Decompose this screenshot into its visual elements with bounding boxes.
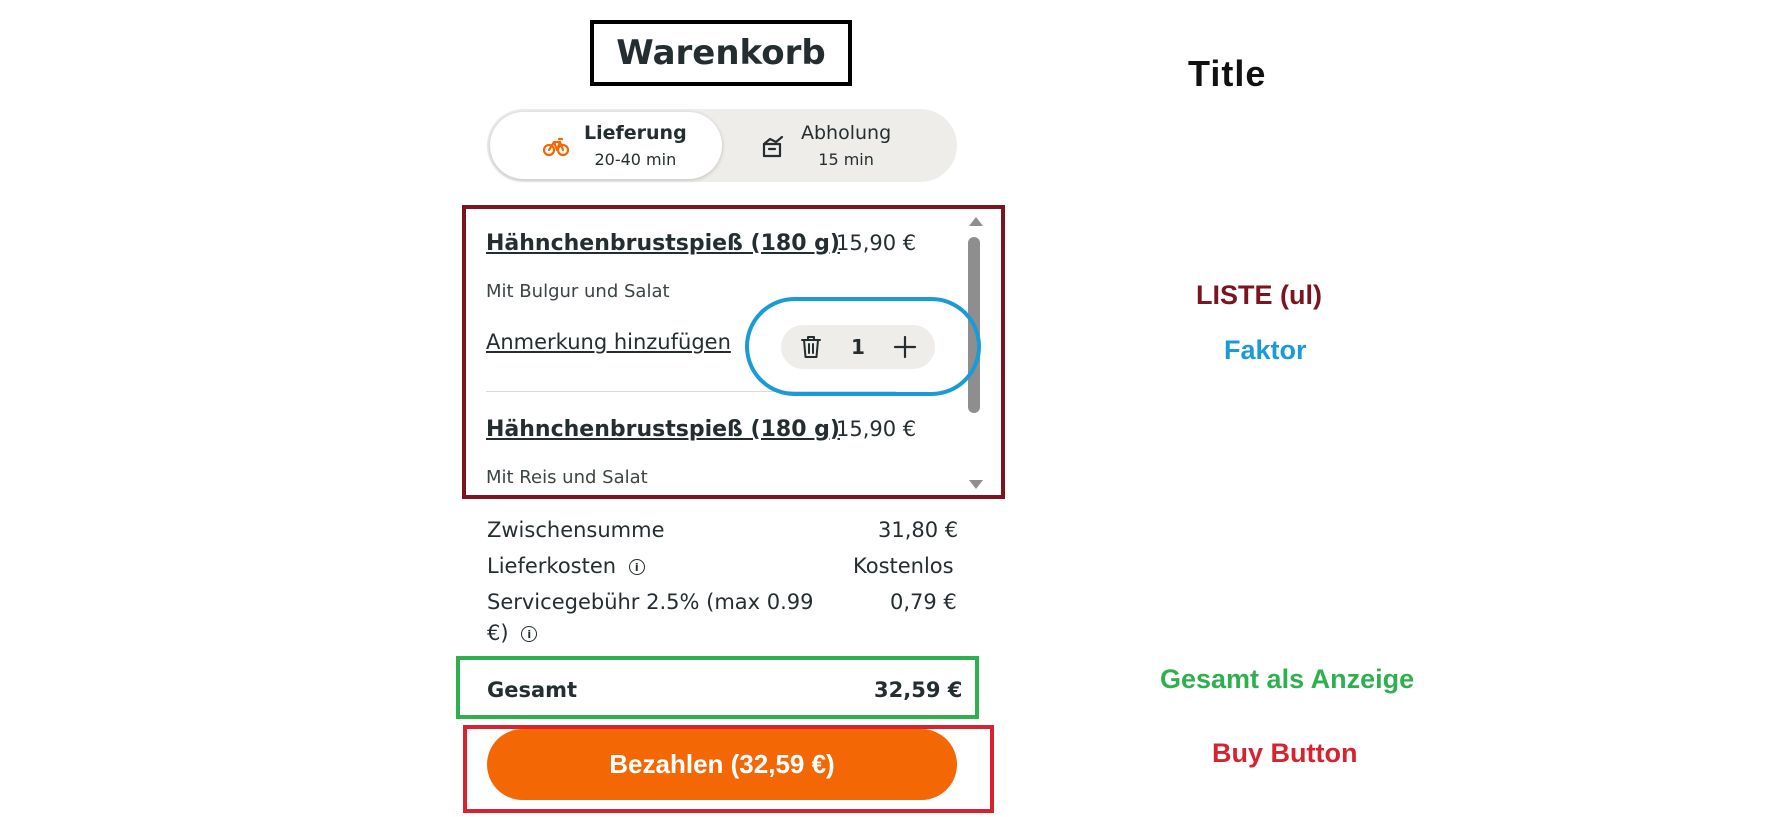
annotation-gesamt: Gesamt als Anzeige: [1160, 664, 1415, 694]
item-name-link[interactable]: Hähnchenbrustspieß (180 g): [486, 417, 840, 442]
annotation-liste: LISTE (ul): [1196, 280, 1322, 310]
total-label: Gesamt: [487, 678, 578, 702]
total-value: 32,59 €: [874, 678, 963, 702]
delivery-cost-value: Kostenlos: [853, 554, 954, 578]
toggle-delivery-label: Lieferung: [584, 122, 687, 144]
toggle-pickup-time: 15 min: [818, 150, 874, 169]
total-display-box: Gesamt 32,59 €: [456, 656, 979, 719]
toggle-delivery-time: 20-40 min: [594, 150, 677, 169]
annotation-buy-button: Buy Button: [1212, 738, 1358, 768]
cart-title-box: Warenkorb: [590, 20, 852, 86]
service-fee-label-line1: Servicegebühr 2.5% (max 0.99: [487, 590, 814, 614]
item-price: 15,90 €: [836, 231, 917, 255]
add-note-link[interactable]: Anmerkung hinzufügen: [486, 330, 731, 354]
info-icon[interactable]: i: [628, 559, 645, 575]
delivery-cost-row: Lieferkosten i: [487, 554, 645, 578]
toggle-pickup-label: Abholung: [801, 122, 892, 144]
page-title: Warenkorb: [616, 33, 826, 73]
subtotal-value: 31,80 €: [878, 518, 959, 542]
delivery-cost-label: Lieferkosten: [487, 554, 617, 578]
service-fee-value: 0,79 €: [890, 590, 957, 614]
scroll-up-arrow[interactable]: [969, 217, 983, 226]
toggle-option-pickup[interactable]: Abholung 15 min: [725, 112, 955, 179]
pay-button[interactable]: Bezahlen (32,59 €): [487, 729, 957, 800]
faktor-highlight-oval: [745, 297, 981, 396]
service-fee-label-line2-row: €) i: [487, 621, 538, 645]
item-description: Mit Reis und Salat: [486, 467, 648, 488]
item-price: 15,90 €: [836, 417, 917, 441]
info-icon[interactable]: i: [521, 626, 538, 642]
toggle-option-delivery[interactable]: Lieferung 20-40 min: [490, 112, 722, 179]
annotation-title: Title: [1188, 53, 1267, 94]
subtotal-label: Zwischensumme: [487, 518, 665, 542]
delivery-mode-toggle: Lieferung 20-40 min Abholung 15 min: [487, 109, 957, 182]
item-name-link[interactable]: Hähnchenbrustspieß (180 g): [486, 231, 840, 256]
annotation-faktor: Faktor: [1224, 335, 1307, 365]
scroll-down-arrow[interactable]: [969, 480, 983, 489]
item-description: Mit Bulgur und Salat: [486, 281, 670, 302]
service-fee-label-line2: €): [487, 621, 509, 645]
pickup-bag-icon: [762, 135, 784, 157]
bike-icon: [542, 137, 570, 156]
